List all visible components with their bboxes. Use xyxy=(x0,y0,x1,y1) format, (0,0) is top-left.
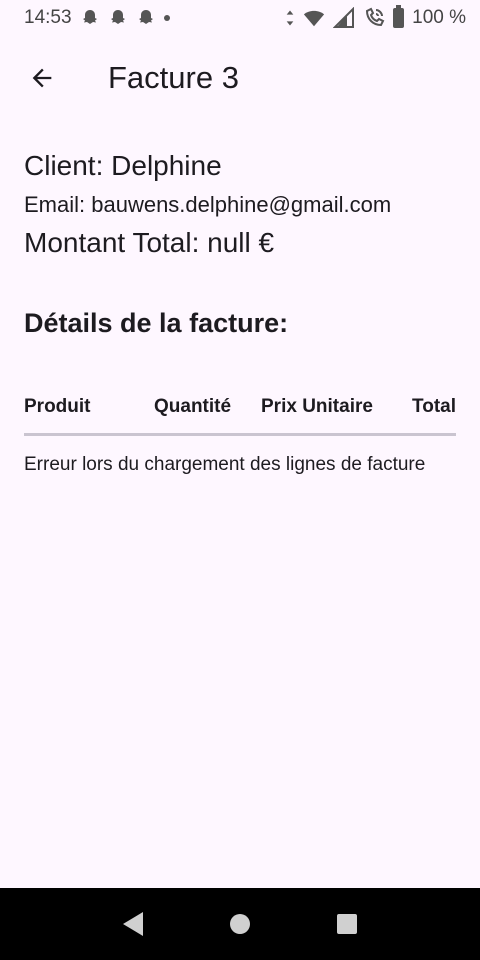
error-message: Erreur lors du chargement des lignes de … xyxy=(24,454,426,475)
table-header: Produit Quantité Prix Unitaire Total xyxy=(24,392,456,422)
column-header-prix-unitaire: Prix Unitaire xyxy=(261,396,373,417)
app-bar: Facture 3 xyxy=(0,36,480,120)
snapchat-notification-icon xyxy=(138,10,153,24)
snapchat-notification-icon xyxy=(82,10,97,24)
screen: 14:53 100 % Facture 3 Client: Delphine E… xyxy=(0,0,480,960)
wifi-calling-icon xyxy=(366,7,385,27)
battery-icon xyxy=(393,5,405,28)
status-bar: 14:53 100 % xyxy=(0,0,480,36)
snapchat-notification-icon xyxy=(110,10,125,24)
nav-back-button[interactable] xyxy=(113,904,153,944)
back-button[interactable] xyxy=(18,54,66,102)
more-notifications-dot-icon xyxy=(163,15,170,21)
wifi-icon xyxy=(304,10,325,27)
arrow-left-icon xyxy=(32,68,52,88)
battery-percent: 100 % xyxy=(412,7,466,28)
page-title: Facture 3 xyxy=(108,60,239,95)
column-header-total: Total xyxy=(412,396,456,417)
status-left: 14:53 xyxy=(24,7,170,29)
cell-signal-icon xyxy=(333,7,355,28)
status-right: 100 % xyxy=(285,5,466,29)
status-time: 14:53 xyxy=(24,7,72,28)
invoice-details: Client: Delphine Email: bauwens.delphine… xyxy=(24,140,456,480)
column-header-quantite: Quantité xyxy=(154,396,232,417)
table-divider xyxy=(24,433,456,436)
invoice-total: Montant Total: null € xyxy=(24,227,275,258)
details-heading: Détails de la facture: xyxy=(24,308,289,338)
client-name: Client: Delphine xyxy=(24,150,222,181)
data-arrows-icon xyxy=(286,10,294,26)
nav-home-button[interactable] xyxy=(220,904,260,944)
circle-home-icon xyxy=(229,914,250,934)
system-navigation-bar xyxy=(0,888,480,960)
square-recents-icon xyxy=(336,914,357,934)
nav-recents-button[interactable] xyxy=(327,904,367,944)
client-email: Email: bauwens.delphine@gmail.com xyxy=(24,192,392,217)
column-header-produit: Produit xyxy=(24,396,91,417)
triangle-back-icon xyxy=(123,912,144,936)
